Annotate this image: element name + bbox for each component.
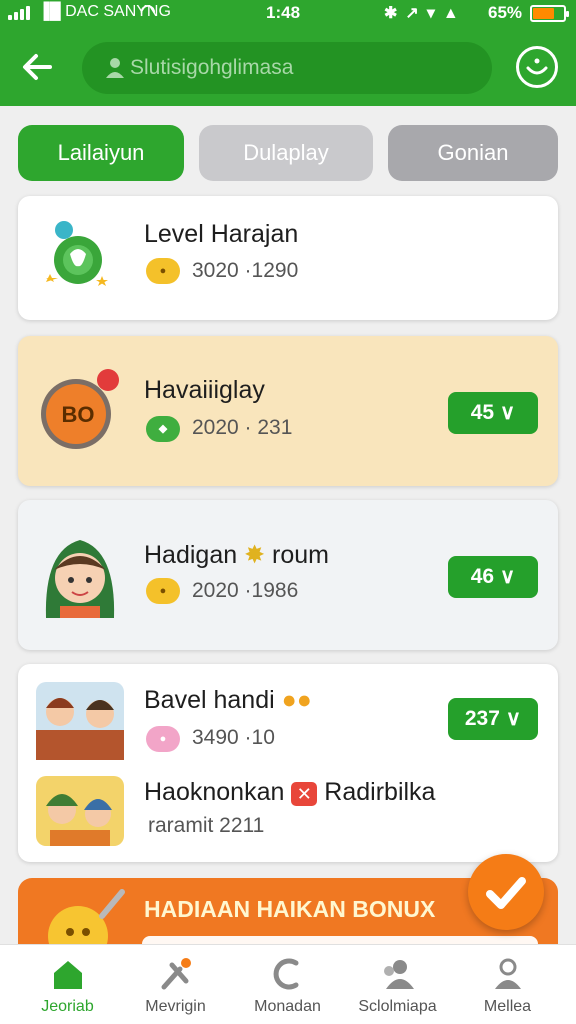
card-subtitle: 2020 · 231 (192, 416, 293, 439)
nav-label: Sclolmiapa (358, 998, 437, 1015)
avatar-text: BO (61, 402, 95, 427)
card-title: Hadigan ✸ roum (144, 540, 329, 570)
nav-item-phone[interactable]: Monadan (230, 945, 345, 1024)
monster-avatar-icon (46, 221, 108, 286)
title-suffix: roum (272, 541, 329, 569)
clock: 1:48 (266, 3, 301, 22)
filter-tabs: Lailaiyun Dulaplay Gonian (18, 125, 558, 181)
tab-gonian[interactable]: Gonian (388, 125, 558, 181)
user-search-icon (106, 58, 124, 78)
game-card-bavel[interactable]: Bavel handi ●● ● 3490 ·10 237 ∨ Haoknonk… (18, 664, 558, 862)
tab-dulaplay[interactable]: Dulaplay (199, 125, 373, 181)
card-title: Havaiiiglay (144, 376, 265, 404)
tab-lailaiyun[interactable]: Lailaiyun (18, 125, 184, 181)
card-subtitle: 2020 ·1986 (192, 579, 299, 602)
battery-percent: 65% (488, 3, 523, 22)
status-icons: ✱↗▾▲ (384, 5, 467, 22)
home-icon (54, 961, 82, 989)
search-placeholder: Slutisigohglimasa (130, 56, 294, 79)
phone-icon (273, 958, 299, 990)
score-badge[interactable]: 46 ∨ (448, 556, 538, 598)
game-card-havaiiiglay[interactable]: BO Havaiiiglay ◆ 2020 · 231 45 ∨ (18, 336, 558, 486)
nav-label: Mevrigin (145, 998, 206, 1015)
close-tag-icon: ✕ (291, 782, 318, 806)
checkmark-icon (486, 877, 526, 909)
battery-icon (530, 5, 569, 22)
badge-value: 46 (470, 565, 495, 588)
app-header: ▐█ DAC SANYNG ◠ 1:48 ✱↗▾▲ 65% Slutisigoh… (0, 0, 576, 106)
gem-icon: ◆ (146, 416, 180, 442)
nav-item-people[interactable]: Sclolmiapa (340, 945, 455, 1024)
search-input[interactable]: Slutisigohglimasa (82, 42, 492, 94)
nav-label: Monadan (254, 998, 321, 1015)
card-title: Level Harajan (144, 220, 299, 248)
banner-text: HADIAAN HAIKAN BONUX (144, 896, 436, 922)
status-bar: ▐█ DAC SANYNG ◠ 1:48 ✱↗▾▲ 65% (0, 0, 576, 26)
second-title-text: Haoknonkan (144, 778, 285, 806)
tools-icon (161, 958, 191, 990)
score-badge[interactable]: 237 ∨ (448, 698, 538, 740)
coin-icon: ● (146, 258, 180, 284)
signal-icon (8, 6, 34, 20)
girl-avatar-icon (45, 540, 115, 618)
coin-icon: ● (146, 578, 180, 604)
score-badge[interactable]: 45 ∨ (448, 392, 538, 434)
battery-fill (533, 8, 554, 19)
people-icon (384, 960, 414, 989)
second-title-suffix: Radirbilka (324, 778, 436, 806)
title-text: Bavel handi (144, 686, 275, 714)
coins-icon: ●● (281, 686, 312, 714)
candy-icon: ● (146, 726, 180, 752)
card-subtitle: 3490 ·10 (192, 726, 275, 749)
card-title: Bavel handi ●● (144, 686, 312, 715)
nav-label: Jeoriab (41, 998, 94, 1015)
game-card-hadigan[interactable]: Hadigan ✸ roum ● 2020 ·1986 46 ∨ (18, 500, 558, 650)
wifi-icon: ◠ (140, 1, 156, 21)
profile-icon (495, 958, 521, 989)
bottom-navigation: Jeoriab Mevrigin Monadan Sclolmiapa Mell… (0, 944, 576, 1024)
back-arrow-icon[interactable] (20, 50, 58, 84)
nav-label: Mellea (483, 998, 532, 1015)
shop-avatar-icon (36, 682, 124, 760)
smiley-icon[interactable] (516, 46, 558, 88)
nav-item-profile[interactable]: Mellea (450, 945, 565, 1024)
sparkle-icon: ✸ (244, 541, 266, 569)
card-second-title: Haoknonkan ✕ Radirbilka (144, 778, 435, 807)
badge-value: 45 (470, 401, 495, 424)
kids-avatar-icon (36, 776, 124, 846)
nav-item-home[interactable]: Jeoriab (10, 945, 125, 1024)
card-second-subtitle: raramit 2211 (148, 814, 265, 837)
title-text: Hadigan (144, 541, 238, 569)
card-subtitle: 3020 ·1290 (192, 259, 299, 282)
level-card[interactable]: Level Harajan ● 3020 ·1290 (18, 196, 558, 320)
badge-value: 237 (464, 707, 500, 730)
confirm-fab-button[interactable] (468, 854, 544, 930)
nav-item-tools[interactable]: Mevrigin (118, 945, 233, 1024)
